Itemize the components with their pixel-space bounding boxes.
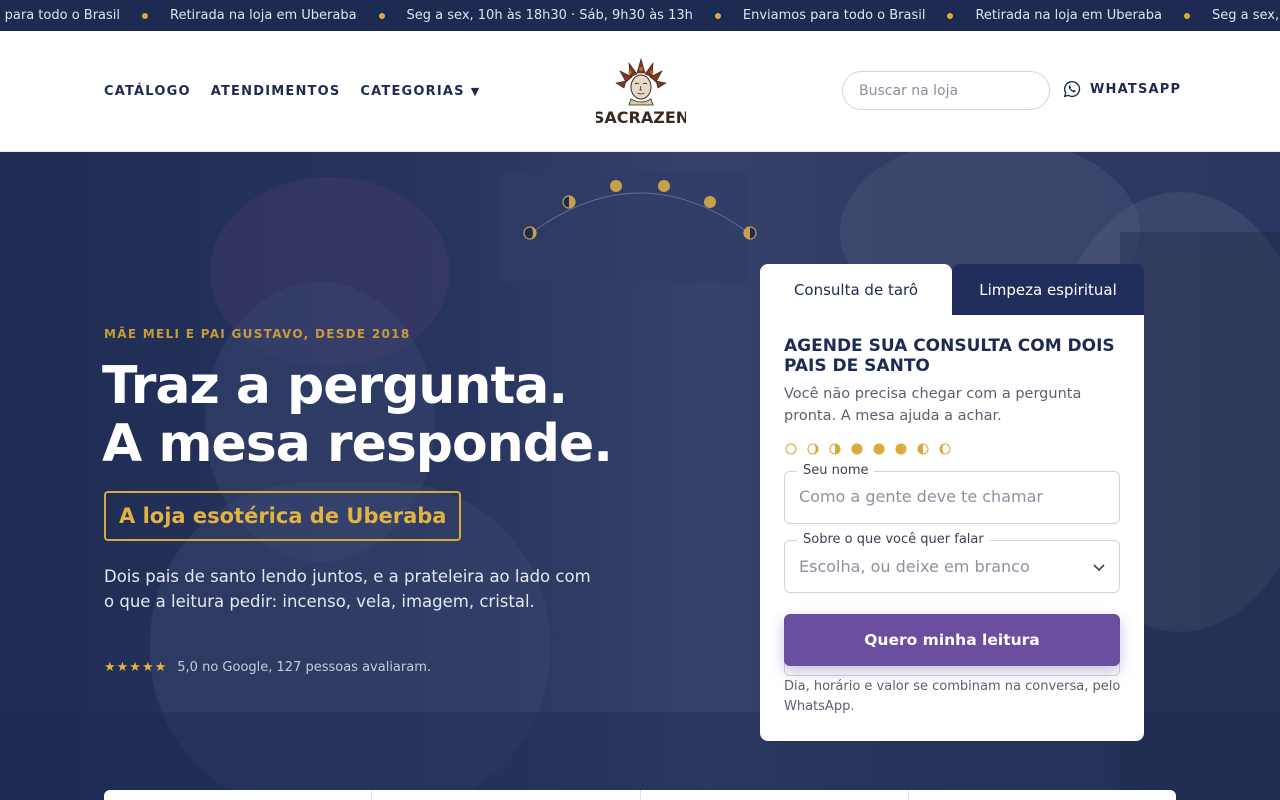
feature-cell: [372, 790, 641, 800]
hero-eyebrow: MÃE MELI E PAI GUSTAVO, DESDE 2018: [104, 327, 411, 341]
nav-categorias[interactable]: CATEGORIAS ▼: [360, 84, 480, 99]
booking-subtitle: Você não precisa chegar com a pergunta p…: [784, 386, 1082, 424]
chevron-down-icon: [1093, 564, 1105, 572]
tagline-text: A loja esotérica de Uberaba: [119, 504, 447, 528]
headline-line-2: A mesa responde.: [102, 414, 613, 474]
name-field-label: Seu nome: [797, 463, 875, 478]
search-input[interactable]: [859, 82, 1039, 99]
feature-strip: [104, 790, 1176, 800]
dot-separator-icon: [142, 12, 149, 19]
star-icon: ★★★★★: [104, 660, 168, 675]
announcement-item: Retirada na loja em Uberaba: [975, 8, 1212, 23]
nav-atendimentos[interactable]: ATENDIMENTOS: [211, 84, 341, 99]
tab-limpeza-espiritual[interactable]: Limpeza espiritual: [952, 264, 1144, 315]
nav-categorias-label: CATEGORIAS: [360, 83, 465, 99]
hero-tagline: A loja esotérica de Uberaba: [104, 491, 462, 541]
whatsapp-label: WHATSAPP: [1090, 81, 1182, 97]
sacrazen-logo[interactable]: SACRAZEN: [593, 55, 689, 131]
announcement-item: Enviamos para todo o Brasil: [743, 8, 976, 23]
dot-separator-icon: [378, 12, 385, 19]
dot-separator-icon: [1184, 12, 1190, 19]
whatsapp-icon: [1063, 80, 1081, 98]
name-field: Seu nome: [784, 463, 1120, 524]
hero-description: Dois pais de santo lendo juntos, e a pra…: [104, 567, 591, 611]
announcement-item: rmos para todo o Brasil: [0, 8, 170, 23]
feature-cell: [641, 790, 909, 800]
topic-select-value: Escolha, ou deixe em branco: [799, 557, 1030, 576]
feature-cell: [909, 790, 1176, 800]
dot-separator-icon: [714, 12, 721, 19]
moon-phases-arc: [523, 180, 757, 240]
topic-select[interactable]: Sobre o que você quer falar Escolha, ou …: [784, 532, 1120, 593]
name-input[interactable]: [799, 487, 1099, 506]
logo-wordmark: SACRAZEN: [596, 108, 686, 127]
topic-field-label: Sobre o que você quer falar: [797, 532, 990, 547]
announcement-bar: rmos para todo o Brasil Retirada na loja…: [0, 0, 1280, 31]
site-header: CATÁLOGO ATENDIMENTOS CATEGORIAS ▼ SACRA…: [0, 31, 1280, 152]
moon-phase-icon: [785, 443, 951, 455]
booking-tabs: Consulta de tarô Limpeza espiritual: [760, 264, 1144, 315]
google-rating: ★★★★★ 5,0 no Google, 127 pessoas avaliar…: [104, 660, 431, 675]
feature-cell: [104, 790, 373, 800]
nav-catalogo[interactable]: CATÁLOGO: [104, 84, 191, 99]
booking-note: Dia, horário e valor se combinam na conv…: [784, 679, 1121, 714]
announcement-item: Seg a sex, 10h às 18h30 · Sáb, 9h30 às 1…: [407, 8, 743, 23]
dot-separator-icon: [947, 12, 954, 19]
logo-emblem: SACRAZEN: [593, 57, 689, 127]
announcement-track: rmos para todo o Brasil Retirada na loja…: [0, 0, 1280, 31]
whatsapp-link[interactable]: WHATSAPP: [1063, 80, 1181, 98]
caret-down-icon: ▼: [470, 84, 481, 98]
main-nav: CATÁLOGO ATENDIMENTOS CATEGORIAS ▼: [104, 31, 500, 151]
submit-reading-button[interactable]: Quero minha leitura: [784, 614, 1120, 666]
search-box: [842, 71, 1050, 110]
headline-line-1: Traz a pergunta.: [102, 356, 568, 416]
booking-title: AGENDE SUA CONSULTA COM DOIS PAIS DE SAN…: [784, 336, 1115, 376]
rating-text: 5,0 no Google, 127 pessoas avaliaram.: [177, 660, 432, 675]
hero-headline: Traz a pergunta. A mesa responde.: [102, 356, 613, 474]
announcement-item: Retirada na loja em Uberaba: [170, 8, 407, 23]
announcement-item: Seg a sex, 10h às 18h30: [1212, 8, 1280, 23]
tab-consulta-taro[interactable]: Consulta de tarô: [760, 264, 952, 315]
